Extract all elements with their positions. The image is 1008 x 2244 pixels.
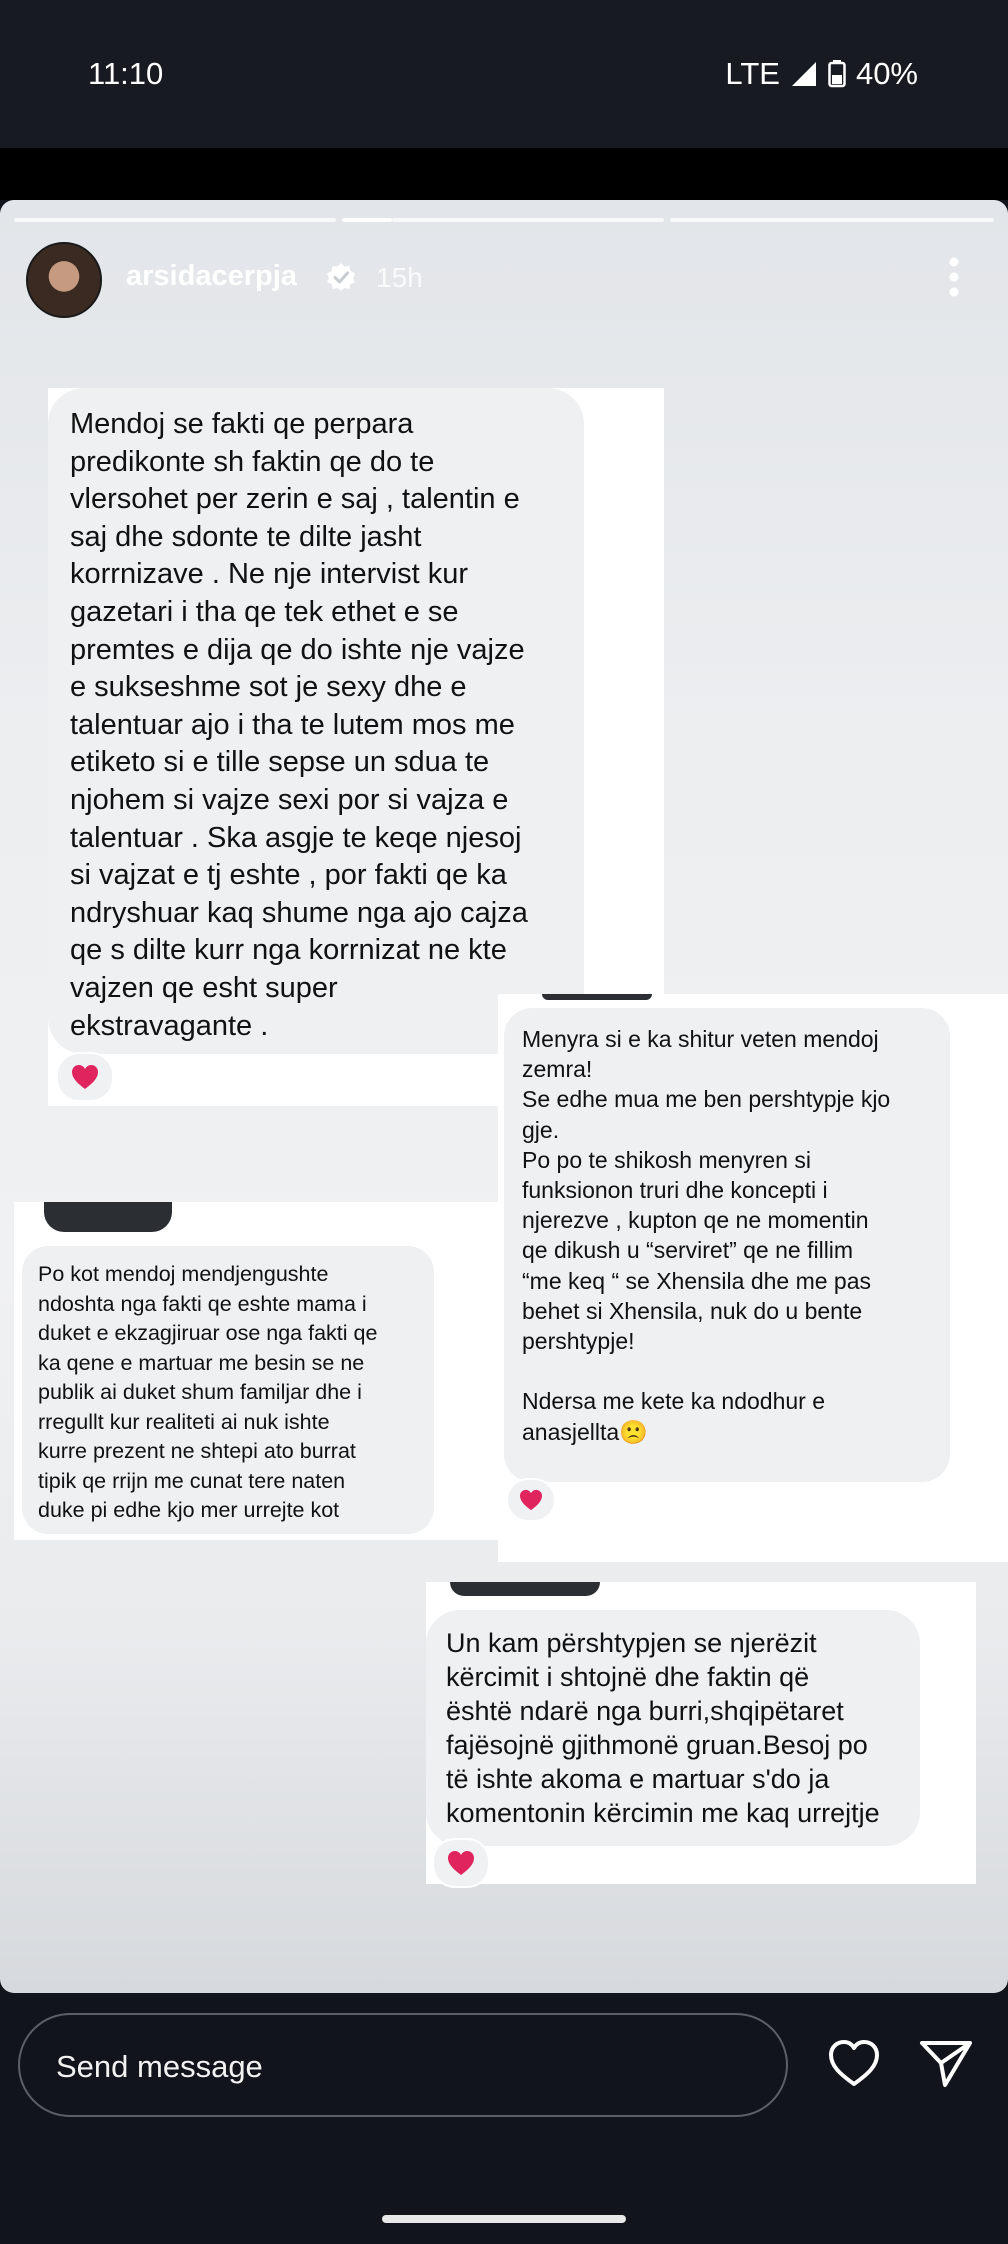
home-indicator[interactable] <box>382 2215 626 2223</box>
top-spacer <box>0 148 1008 200</box>
message-bubble-4: Un kam përshtypjen se njerëzit kërcimit … <box>426 1610 920 1846</box>
image-thumbnail-2 <box>542 994 652 1000</box>
reaction-heart-1 <box>56 1052 114 1102</box>
verified-badge-icon <box>327 263 355 291</box>
more-options-icon[interactable] <box>948 256 960 298</box>
message-text-1: Mendoj se fakti qe perpara predikonte sh… <box>70 408 528 1042</box>
message-text-4: Un kam përshtypjen se njerëzit kërcimit … <box>446 1628 880 1828</box>
like-heart-icon[interactable] <box>826 2037 882 2089</box>
signal-icon <box>791 62 816 86</box>
story-viewer[interactable]: arsidacerpja 15h Mendoj se fakti qe perp… <box>0 200 1008 1993</box>
progress-segment-2 <box>342 218 392 222</box>
battery-icon <box>828 60 846 88</box>
status-indicators: LTE 40% <box>725 56 918 92</box>
status-time: 11:10 <box>88 56 164 91</box>
message-text-2: Menyra si e ka shitur veten mendoj zemra… <box>522 1026 891 1445</box>
story-time: 15h <box>376 262 423 293</box>
story-reply-bar: Send message <box>0 1993 1008 2244</box>
progress-segment-2-remaining <box>392 218 664 222</box>
screenshot-4: Un kam përshtypjen se njerëzit kërcimit … <box>426 1582 976 1888</box>
reaction-heart-4 <box>432 1838 490 1888</box>
network-label: LTE <box>725 56 780 91</box>
progress-segment-3 <box>670 218 994 222</box>
send-share-icon[interactable] <box>918 2037 974 2089</box>
reaction-heart-2 <box>506 1478 556 1522</box>
heart-reaction-icon <box>520 1489 542 1511</box>
send-message-input[interactable]: Send message <box>18 2013 788 2117</box>
screenshot-3: Po kot mendoj mendjengushte ndoshta nga … <box>14 1202 498 1540</box>
heart-reaction-icon <box>72 1065 98 1089</box>
avatar[interactable] <box>26 242 102 318</box>
message-bubble-1: Mendoj se fakti qe perpara predikonte sh… <box>48 388 584 1054</box>
screenshot-2: Menyra si e ka shitur veten mendoj zemra… <box>498 994 1008 1562</box>
image-thumbnail-4 <box>450 1582 600 1596</box>
username[interactable]: arsidacerpja <box>126 260 297 293</box>
progress-segment-1 <box>14 218 336 222</box>
heart-reaction-icon <box>448 1851 474 1875</box>
message-bubble-3: Po kot mendoj mendjengushte ndoshta nga … <box>22 1246 434 1534</box>
send-message-placeholder: Send message <box>56 2049 263 2084</box>
battery-level: 40% <box>855 56 918 91</box>
status-bar: 11:10 LTE 40% <box>0 0 1008 148</box>
message-text-3: Po kot mendoj mendjengushte ndoshta nga … <box>38 1262 378 1522</box>
message-bubble-2: Menyra si e ka shitur veten mendoj zemra… <box>504 1008 950 1482</box>
image-thumbnail-3 <box>44 1202 172 1232</box>
